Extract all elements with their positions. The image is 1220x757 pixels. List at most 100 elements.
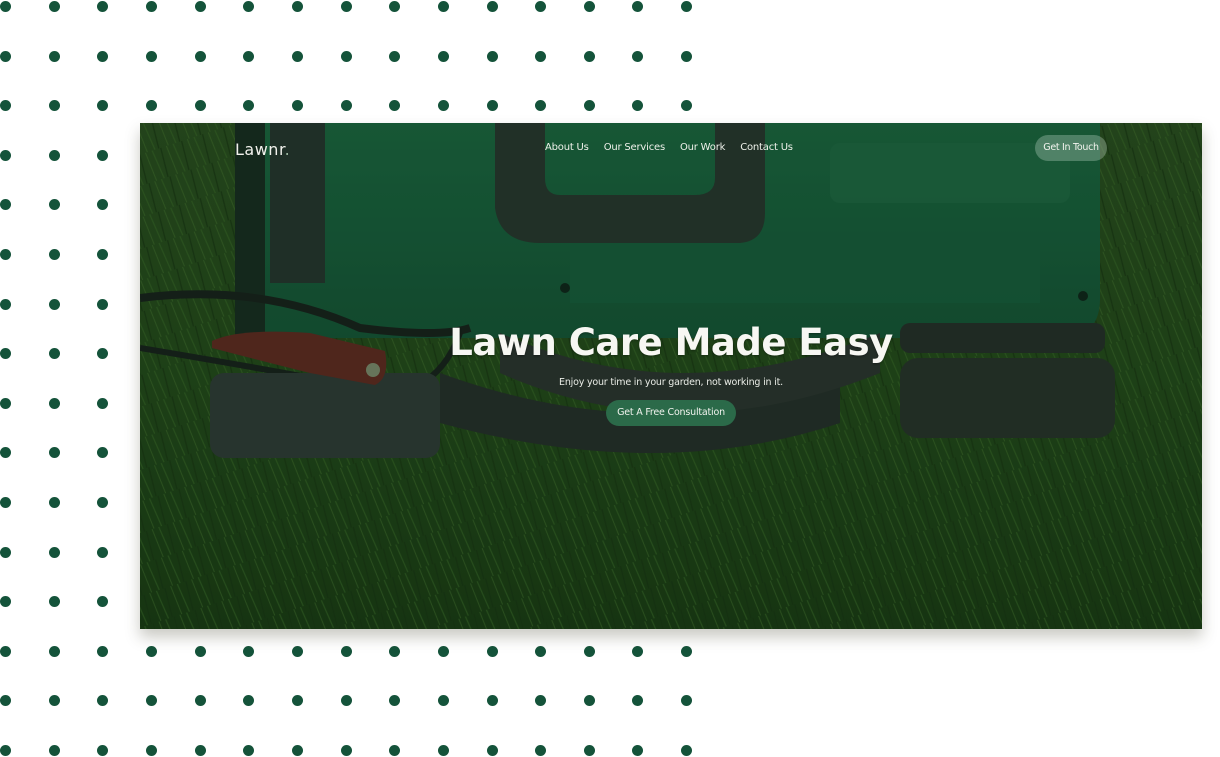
decor-dot	[535, 100, 547, 112]
decor-dot	[681, 100, 693, 112]
decor-dot	[48, 447, 60, 459]
decor-dot	[97, 497, 109, 508]
decor-dot	[48, 50, 60, 62]
decor-dot	[437, 645, 449, 657]
decor-dot	[340, 1, 352, 12]
decor-dot	[48, 199, 60, 211]
decor-dot	[145, 645, 157, 657]
free-consultation-button[interactable]: Get A Free Consultation	[606, 400, 736, 426]
decor-dot	[145, 745, 157, 756]
decor-dot	[437, 745, 449, 756]
decor-dot	[0, 645, 11, 657]
decor-dot	[486, 1, 498, 12]
get-in-touch-button[interactable]: Get In Touch	[1035, 135, 1107, 161]
decor-dot	[97, 745, 109, 756]
decor-dot	[243, 100, 255, 112]
decor-dot	[340, 100, 352, 112]
decor-dot	[48, 1, 60, 12]
decor-dot	[0, 695, 11, 707]
decor-dot	[194, 100, 206, 112]
decor-dot	[389, 100, 401, 112]
decor-dot	[48, 695, 60, 707]
decor-dot	[97, 50, 109, 62]
decor-dot	[389, 695, 401, 707]
decor-dot	[0, 199, 11, 211]
decor-dot	[97, 546, 109, 558]
decor-dot	[0, 596, 11, 608]
nav-link-about-us[interactable]: About Us	[545, 142, 589, 153]
decor-dot	[0, 149, 11, 161]
decor-dot	[0, 298, 11, 310]
decor-dot	[291, 645, 303, 657]
decor-dot	[681, 50, 693, 62]
decor-dot	[97, 199, 109, 211]
decor-dot	[535, 745, 547, 756]
decor-dot	[437, 1, 449, 12]
decor-dot	[486, 745, 498, 756]
decor-dot	[389, 645, 401, 657]
decor-dot	[0, 397, 11, 409]
decor-dot	[486, 50, 498, 62]
decor-dot	[486, 695, 498, 707]
decor-dot	[583, 100, 595, 112]
decor-dot	[437, 100, 449, 112]
decor-dot	[0, 100, 11, 112]
decor-dot	[194, 645, 206, 657]
decor-dot	[48, 645, 60, 657]
decor-dot	[48, 596, 60, 608]
decor-dot	[97, 1, 109, 12]
decor-dot	[535, 645, 547, 657]
decor-dot	[583, 50, 595, 62]
decor-dot	[145, 1, 157, 12]
decor-dot	[389, 1, 401, 12]
decor-dot	[97, 596, 109, 608]
decor-dot	[583, 745, 595, 756]
decor-dot	[632, 50, 644, 62]
brand-dot: .	[284, 140, 291, 159]
decor-dot	[0, 745, 11, 756]
decor-dot	[48, 348, 60, 360]
decor-dot	[97, 249, 109, 260]
decor-dot	[145, 100, 157, 112]
decor-dot	[145, 695, 157, 707]
hero-subtitle: Enjoy your time in your garden, not work…	[559, 377, 783, 388]
nav-link-contact-us[interactable]: Contact Us	[740, 142, 793, 153]
decor-dot	[48, 497, 60, 508]
decor-dot	[583, 695, 595, 707]
decor-dot	[0, 546, 11, 558]
decor-dot	[681, 1, 693, 12]
decor-dot	[291, 1, 303, 12]
decor-dot	[243, 645, 255, 657]
decor-dot	[0, 249, 11, 260]
decor-dot	[535, 695, 547, 707]
top-navbar: Lawnr. About Us Our Services Our Work Co…	[140, 123, 1202, 175]
decor-dot	[97, 447, 109, 459]
decor-dot	[437, 695, 449, 707]
decor-dot	[291, 50, 303, 62]
decor-dot	[48, 149, 60, 161]
decor-dot	[0, 348, 11, 360]
decor-dot	[243, 695, 255, 707]
decor-dot	[0, 1, 11, 12]
decor-dot	[243, 50, 255, 62]
hero-content: Lawn Care Made Easy Enjoy your time in y…	[140, 321, 1202, 426]
decor-dot	[243, 745, 255, 756]
decor-dot	[0, 497, 11, 508]
hero-section: Lawnr. About Us Our Services Our Work Co…	[140, 123, 1202, 629]
decor-dot	[97, 645, 109, 657]
decor-dot	[535, 50, 547, 62]
decor-dot	[291, 695, 303, 707]
decor-dot	[583, 1, 595, 12]
decor-dot	[681, 695, 693, 707]
decor-dot	[194, 50, 206, 62]
decor-dot	[389, 745, 401, 756]
decor-dot	[194, 695, 206, 707]
nav-link-our-services[interactable]: Our Services	[604, 142, 665, 153]
decor-dot	[389, 50, 401, 62]
nav-link-our-work[interactable]: Our Work	[680, 142, 725, 153]
brand-logo[interactable]: Lawnr.	[235, 140, 290, 159]
decor-dot	[437, 50, 449, 62]
decor-dot	[48, 397, 60, 409]
decor-dot	[340, 645, 352, 657]
decor-dot	[194, 1, 206, 12]
